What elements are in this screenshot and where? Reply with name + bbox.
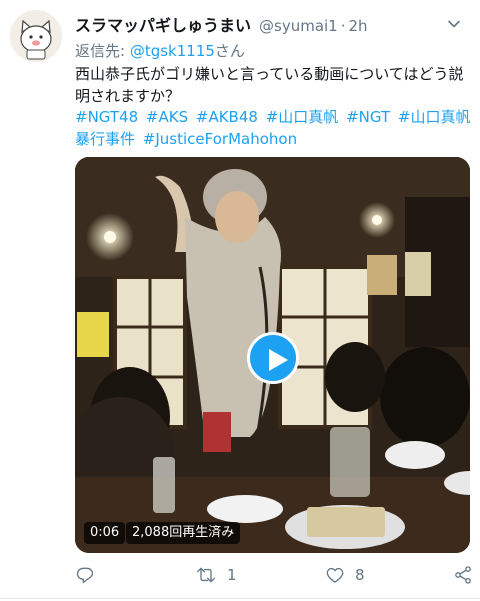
reply-prefix: 返信先: — [75, 42, 130, 60]
timestamp[interactable]: 2h — [349, 17, 368, 35]
like-count: 8 — [355, 566, 365, 584]
play-icon — [269, 349, 288, 371]
tweet[interactable]: スラマッパギしゅうまい @syumai1 · 2h 返信先: @tgsk1115さん … — [0, 0, 480, 601]
hashtag-list: #NGT48 #AKS #AKB48 #山口真帆 #NGT #山口真帆暴行事件 … — [75, 106, 475, 150]
retweet-button[interactable]: 1 — [195, 562, 237, 588]
hashtag[interactable]: #AKS — [146, 108, 188, 126]
share-button[interactable] — [453, 562, 473, 588]
hashtag[interactable]: #NGT — [346, 108, 390, 126]
video-player[interactable]: 0:06 2,088回再生済み — [75, 157, 470, 553]
divider — [0, 598, 480, 599]
video-duration: 0:06 — [84, 522, 126, 544]
user-handle[interactable]: @syumai1 — [259, 17, 338, 35]
retweet-icon — [197, 567, 215, 583]
hashtag[interactable]: #NGT48 — [75, 108, 138, 126]
like-button[interactable]: 8 — [325, 562, 365, 588]
play-button[interactable] — [247, 332, 299, 384]
tweet-actions: 1 8 — [75, 562, 473, 588]
hashtag[interactable]: #JusticeForMahohon — [143, 130, 297, 148]
cat-mascot-icon — [10, 10, 62, 62]
hashtag[interactable]: #山口真帆 — [266, 108, 339, 126]
heart-icon — [326, 567, 344, 583]
hashtag[interactable]: #AKB48 — [196, 108, 258, 126]
tweet-header: スラマッパギしゅうまい @syumai1 · 2h — [75, 12, 470, 36]
display-name[interactable]: スラマッパギしゅうまい — [75, 16, 251, 35]
avatar[interactable] — [10, 10, 62, 62]
reply-button[interactable] — [75, 562, 105, 588]
reply-icon — [76, 567, 94, 584]
tweet-text: 西山恭子氏がゴリ嫌いと言っている動画についてはどう説明されますか？ — [75, 65, 464, 105]
retweet-count: 1 — [227, 566, 237, 584]
view-count: 2,088回再生済み — [126, 522, 241, 544]
share-icon — [455, 566, 471, 584]
reply-mention[interactable]: @tgsk1115 — [130, 42, 215, 60]
separator-dot: · — [340, 17, 346, 35]
chevron-down-icon[interactable] — [446, 16, 462, 32]
reply-suffix: さん — [214, 42, 245, 60]
reply-context: 返信先: @tgsk1115さん — [75, 40, 245, 61]
